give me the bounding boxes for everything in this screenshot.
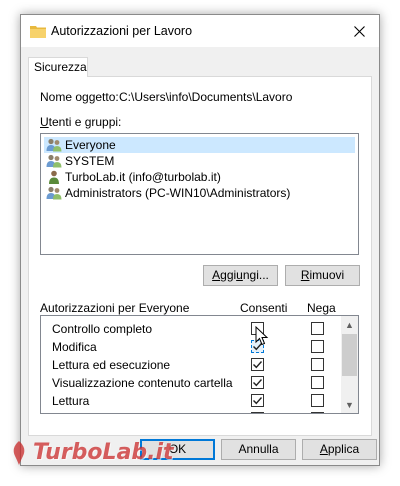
table-row: [41, 410, 341, 413]
group-icon: [46, 154, 62, 168]
scroll-down-icon[interactable]: ▼: [341, 396, 358, 413]
table-row: Controllo completo: [41, 320, 341, 338]
mouse-cursor-icon: [255, 326, 269, 346]
close-icon: [353, 25, 365, 37]
table-row: Modifica: [41, 338, 341, 356]
permissions-dialog: Autorizzazioni per Lavoro Sicurezza Nome…: [20, 14, 380, 466]
permission-name: Controllo completo: [52, 322, 153, 336]
table-row: Visualizzazione contenuto cartella: [41, 374, 341, 392]
permission-name: Visualizzazione contenuto cartella: [52, 376, 233, 390]
scroll-up-icon[interactable]: ▲: [341, 316, 358, 333]
checkmark-icon: [253, 397, 263, 405]
deny-checkbox-partial[interactable]: [311, 412, 324, 413]
list-item[interactable]: Administrators (PC-WIN10\Administrators): [44, 185, 355, 201]
remove-button[interactable]: Rimuovi: [285, 265, 360, 286]
apply-button[interactable]: Applica: [302, 439, 377, 460]
turbolab-watermark: TurboLab.it: [8, 440, 174, 480]
list-item[interactable]: Everyone: [44, 137, 355, 153]
deny-checkbox-read[interactable]: [311, 394, 324, 407]
permissions-list[interactable]: Controllo completo Modifica Lettura ed e…: [40, 315, 359, 414]
permission-name: Lettura: [52, 394, 90, 408]
object-path: C:\Users\info\Documents\Lavoro: [119, 90, 293, 104]
tab-security[interactable]: Sicurezza: [28, 57, 88, 77]
cancel-button[interactable]: Annulla: [221, 439, 296, 460]
checkmark-icon: [253, 361, 263, 369]
allow-checkbox-list-folder[interactable]: [251, 376, 264, 389]
deny-column-header: Nega: [307, 301, 336, 315]
user-name: TurboLab.it (info@turbolab.it): [65, 170, 221, 184]
allow-checkbox-partial[interactable]: [251, 412, 264, 413]
user-name: Everyone: [65, 138, 116, 152]
table-row: Lettura ed esecuzione: [41, 356, 341, 374]
list-item[interactable]: SYSTEM: [44, 153, 355, 169]
table-row: Lettura: [41, 392, 341, 410]
group-icon: [46, 186, 62, 200]
permission-name: Lettura ed esecuzione: [52, 358, 171, 372]
deny-checkbox-read-execute[interactable]: [311, 358, 324, 371]
scrollbar-thumb[interactable]: [342, 334, 357, 376]
checkmark-icon: [253, 379, 263, 387]
add-button[interactable]: Aggiungi...: [203, 265, 278, 286]
user-name: Administrators (PC-WIN10\Administrators): [65, 186, 291, 200]
folder-icon: [30, 26, 46, 38]
object-name-label: Nome oggetto:: [40, 90, 119, 104]
allow-checkbox-read-execute[interactable]: [251, 358, 264, 371]
users-groups-label: Utenti e gruppi:: [40, 115, 122, 129]
user-name: SYSTEM: [65, 154, 115, 168]
permissions-scrollbar[interactable]: ▲ ▼: [341, 316, 358, 413]
deny-checkbox-modify[interactable]: [311, 340, 324, 353]
deny-checkbox-list-folder[interactable]: [311, 376, 324, 389]
permissions-label: Autorizzazioni per Everyone: [40, 301, 190, 315]
turbolab-logo-icon: [13, 441, 25, 465]
group-icon: [46, 138, 62, 152]
allow-column-header: Consenti: [240, 301, 288, 315]
allow-checkbox-read[interactable]: [251, 394, 264, 407]
deny-checkbox-full-control[interactable]: [311, 322, 324, 335]
close-button[interactable]: [339, 15, 379, 47]
security-panel: Nome oggetto: C:\Users\info\Documents\La…: [28, 76, 372, 436]
users-list[interactable]: Everyone SYSTEM TurboLab.it (info@turbol…: [40, 133, 359, 255]
user-icon: [49, 170, 59, 184]
title-bar[interactable]: Autorizzazioni per Lavoro: [21, 15, 379, 47]
watermark-text: TurboLab.it: [33, 440, 174, 465]
window-title: Autorizzazioni per Lavoro: [51, 24, 193, 38]
list-item[interactable]: TurboLab.it (info@turbolab.it): [44, 169, 355, 185]
permission-name: Modifica: [52, 340, 97, 354]
